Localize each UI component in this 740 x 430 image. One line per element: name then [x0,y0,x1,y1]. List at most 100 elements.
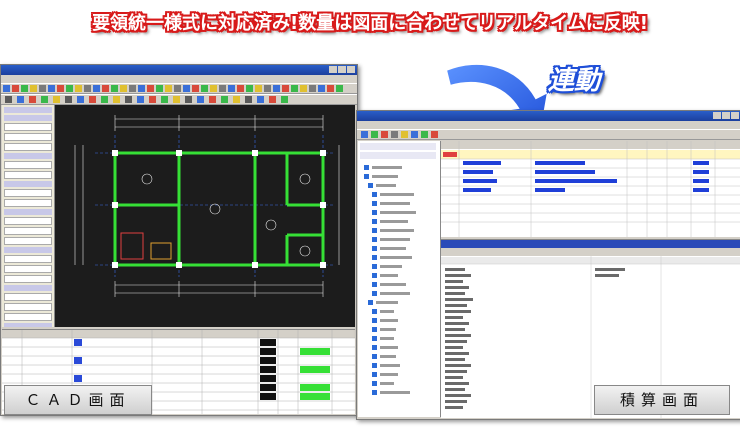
tool-icon[interactable] [17,96,24,103]
side-panel-row[interactable] [4,161,52,169]
side-panel-row[interactable] [4,323,52,327]
tool-icon[interactable] [431,131,438,138]
maximize-icon[interactable] [722,112,730,119]
tool-icon[interactable] [138,85,145,92]
tool-icon[interactable] [391,131,398,138]
tool-icon[interactable] [245,96,252,103]
side-panel-row[interactable] [4,255,52,263]
tool-icon[interactable] [149,96,156,103]
tool-icon[interactable] [161,96,168,103]
tool-icon[interactable] [89,96,96,103]
tool-icon[interactable] [197,96,204,103]
tool-icon[interactable] [221,96,228,103]
tool-icon[interactable] [129,85,136,92]
side-panel-row[interactable] [4,313,52,321]
tool-icon[interactable] [219,85,226,92]
tool-icon[interactable] [125,96,132,103]
side-panel-row[interactable] [4,153,52,159]
side-panel-row[interactable] [4,285,52,291]
side-panel-row[interactable] [4,209,52,215]
tool-icon[interactable] [137,96,144,103]
side-panel-row[interactable] [4,265,52,273]
tool-icon[interactable] [282,85,289,92]
tool-icon[interactable] [281,96,288,103]
tool-icon[interactable] [255,85,262,92]
tool-icon[interactable] [300,85,307,92]
tool-icon[interactable] [233,96,240,103]
tool-icon[interactable] [75,85,82,92]
tool-icon[interactable] [29,96,36,103]
side-panel-row[interactable] [4,133,52,141]
tool-icon[interactable] [21,85,28,92]
tool-icon[interactable] [361,131,368,138]
side-panel-row[interactable] [4,275,52,283]
tool-icon[interactable] [120,85,127,92]
tool-icon[interactable] [291,85,298,92]
tool-icon[interactable] [192,85,199,92]
tool-icon[interactable] [174,85,181,92]
minimize-icon[interactable] [329,66,337,73]
tool-icon[interactable] [30,85,37,92]
side-panel-row[interactable] [4,199,52,207]
tool-icon[interactable] [401,131,408,138]
side-panel-row[interactable] [4,171,52,179]
tool-icon[interactable] [411,131,418,138]
tool-icon[interactable] [102,85,109,92]
side-panel-row[interactable] [4,123,52,131]
cad-drawing-canvas[interactable] [55,105,355,327]
side-panel-row[interactable] [4,181,52,187]
side-panel-row[interactable] [4,217,52,225]
tool-icon[interactable] [65,96,72,103]
tool-icon[interactable] [111,85,118,92]
close-icon[interactable] [347,66,355,73]
side-panel-row[interactable] [4,143,52,151]
side-panel-row[interactable] [4,303,52,311]
tool-icon[interactable] [77,96,84,103]
tool-icon[interactable] [185,96,192,103]
tool-icon[interactable] [257,96,264,103]
minimize-icon[interactable] [713,112,721,119]
tool-icon[interactable] [41,96,48,103]
tool-icon[interactable] [48,85,55,92]
tool-icon[interactable] [421,131,428,138]
tool-icon[interactable] [273,85,280,92]
side-panel-row[interactable] [4,247,52,253]
tool-icon[interactable] [381,131,388,138]
tool-icon[interactable] [264,85,271,92]
tool-icon[interactable] [156,85,163,92]
tool-icon[interactable] [269,96,276,103]
side-panel-row[interactable] [4,293,52,301]
tool-icon[interactable] [228,85,235,92]
tool-icon[interactable] [12,85,19,92]
maximize-icon[interactable] [338,66,346,73]
close-icon[interactable] [731,112,739,119]
tool-icon[interactable] [173,96,180,103]
tool-icon[interactable] [5,96,12,103]
side-panel-row[interactable] [4,115,52,121]
side-panel-row[interactable] [4,107,52,113]
tool-icon[interactable] [147,85,154,92]
tool-icon[interactable] [210,85,217,92]
tool-icon[interactable] [336,85,343,92]
tool-icon[interactable] [246,85,253,92]
tool-icon[interactable] [57,85,64,92]
tool-icon[interactable] [209,96,216,103]
tool-icon[interactable] [84,85,91,92]
side-panel-row[interactable] [4,237,52,245]
tool-icon[interactable] [53,96,60,103]
tool-icon[interactable] [183,85,190,92]
tool-icon[interactable] [39,85,46,92]
tool-icon[interactable] [3,85,10,92]
tool-icon[interactable] [93,85,100,92]
tool-icon[interactable] [165,85,172,92]
tool-icon[interactable] [309,85,316,92]
side-panel-row[interactable] [4,189,52,197]
tool-icon[interactable] [101,96,108,103]
tool-icon[interactable] [318,85,325,92]
tool-icon[interactable] [327,85,334,92]
tool-icon[interactable] [237,85,244,92]
tool-icon[interactable] [201,85,208,92]
tool-icon[interactable] [113,96,120,103]
tool-icon[interactable] [66,85,73,92]
tool-icon[interactable] [371,131,378,138]
